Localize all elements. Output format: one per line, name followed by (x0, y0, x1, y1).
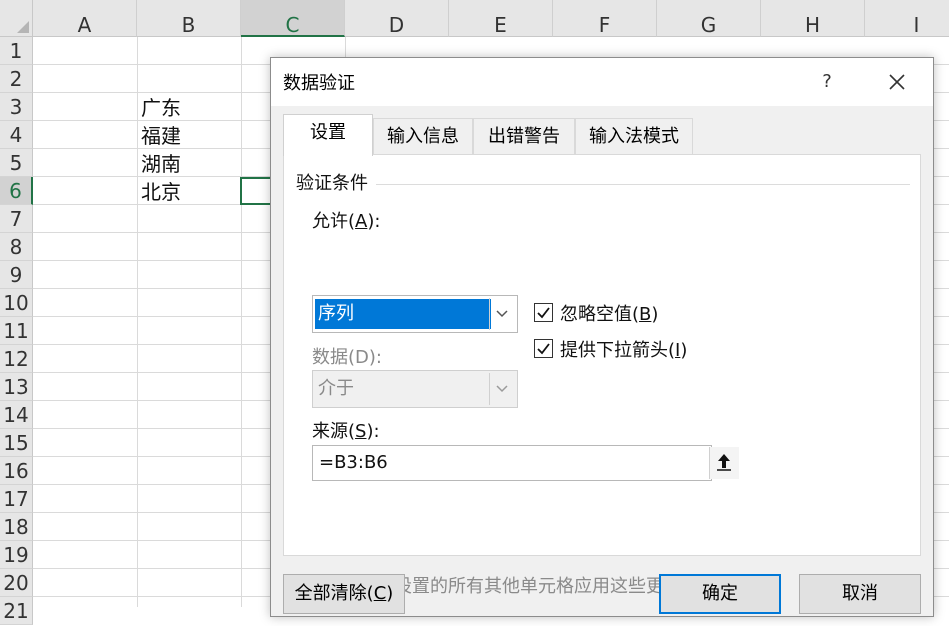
group-divider (376, 184, 910, 185)
cell-b5[interactable]: 湖南 (141, 150, 237, 178)
row-header-14[interactable]: 14 (0, 401, 33, 429)
row-header-6[interactable]: 6 (0, 177, 33, 205)
row-header-10[interactable]: 10 (0, 289, 33, 317)
grid-line (241, 37, 242, 607)
dialog-titlebar[interactable]: 数据验证 ? (271, 58, 933, 106)
ignore-blank-accelerator: B (639, 304, 652, 325)
source-input[interactable]: =B3:B6 (312, 445, 739, 481)
row-header-19[interactable]: 19 (0, 541, 33, 569)
row-header-4[interactable]: 4 (0, 121, 33, 149)
data-dropdown-button (489, 373, 515, 405)
help-button[interactable]: ? (807, 67, 847, 97)
row-header-16[interactable]: 16 (0, 457, 33, 485)
allow-label-suffix: ): (367, 211, 381, 232)
row-header-9[interactable]: 9 (0, 261, 33, 289)
ignore-blank-label-prefix: 忽略空值( (560, 304, 640, 325)
source-label: 来源(S): (312, 417, 380, 443)
clear-all-label-prefix: 全部清除( (294, 583, 374, 604)
ignore-blank-checkbox[interactable] (534, 303, 553, 322)
row-header-5[interactable]: 5 (0, 149, 33, 177)
range-select-icon (717, 454, 731, 471)
in-cell-dropdown-label-suffix: ) (680, 340, 688, 361)
dialog-title: 数据验证 (283, 73, 355, 94)
row-header-11[interactable]: 11 (0, 317, 33, 345)
collapse-dialog-button[interactable] (709, 447, 739, 479)
row-header-13[interactable]: 13 (0, 373, 33, 401)
tab-input-message[interactable]: 输入信息 (373, 118, 473, 155)
row-header-18[interactable]: 18 (0, 513, 33, 541)
row-header-7[interactable]: 7 (0, 205, 33, 233)
checkmark-icon (537, 343, 550, 355)
data-label-prefix: 数据( (312, 347, 356, 368)
source-input-value: =B3:B6 (319, 452, 388, 473)
column-header-c[interactable]: C (241, 0, 345, 37)
allow-label-accelerator: A (355, 211, 368, 232)
chevron-down-icon (496, 385, 508, 393)
cell-b3[interactable]: 广东 (141, 94, 237, 122)
column-header-a[interactable]: A (33, 0, 137, 37)
column-header-i[interactable]: I (865, 0, 949, 37)
allow-select-value: 序列 (315, 299, 491, 329)
data-label-suffix: ): (368, 347, 382, 368)
data-label-accelerator: D (355, 347, 369, 368)
row-header-20[interactable]: 20 (0, 569, 33, 597)
validation-criteria-label: 验证条件 (296, 173, 368, 194)
column-header-b[interactable]: B (137, 0, 241, 37)
allow-label: 允许(A): (312, 207, 380, 233)
data-select: 介于 (312, 370, 518, 408)
in-cell-dropdown-label-prefix: 提供下拉箭头( (560, 340, 676, 361)
row-header-8[interactable]: 8 (0, 233, 33, 261)
source-label-prefix: 来源( (312, 421, 356, 442)
row-header-3[interactable]: 3 (0, 93, 33, 121)
in-cell-dropdown-label[interactable]: 提供下拉箭头(I) (560, 336, 687, 362)
row-header-2[interactable]: 2 (0, 65, 33, 93)
grid-line (137, 37, 138, 607)
row-header-17[interactable]: 17 (0, 485, 33, 513)
clear-all-label-suffix: ) (386, 583, 394, 604)
source-label-suffix: ): (366, 421, 380, 442)
source-label-accelerator: S (355, 421, 367, 442)
data-select-value: 介于 (318, 378, 354, 399)
data-label: 数据(D): (312, 343, 382, 369)
cell-b6[interactable]: 北京 (141, 178, 237, 206)
tab-ime-mode[interactable]: 输入法模式 (575, 118, 693, 155)
row-header-15[interactable]: 15 (0, 429, 33, 457)
allow-label-prefix: 允许( (312, 211, 356, 232)
allow-dropdown-button[interactable] (489, 298, 515, 330)
row-header-1[interactable]: 1 (0, 37, 33, 65)
tab-error-alert[interactable]: 出错警告 (473, 118, 575, 155)
row-header-21[interactable]: 21 (0, 597, 33, 625)
allow-select[interactable]: 序列 (312, 295, 518, 333)
cancel-button[interactable]: 取消 (799, 574, 921, 614)
row-header-12[interactable]: 12 (0, 345, 33, 373)
select-all-corner[interactable] (0, 0, 33, 37)
data-validation-dialog: 数据验证 ? 设置 输入信息 出错警告 输入法模式 验证条件 允许(A): 序列 (270, 57, 934, 617)
in-cell-dropdown-checkbox[interactable] (534, 339, 553, 358)
close-button[interactable] (875, 67, 919, 97)
column-header-f[interactable]: F (553, 0, 657, 37)
checkmark-icon (537, 307, 550, 319)
column-header-h[interactable]: H (761, 0, 865, 37)
clear-all-accelerator: C (373, 583, 387, 604)
clear-all-button[interactable]: 全部清除(C) (283, 574, 405, 614)
column-header-d[interactable]: D (345, 0, 449, 37)
tab-settings[interactable]: 设置 (283, 114, 373, 156)
chevron-down-icon (496, 310, 508, 318)
ignore-blank-label-suffix: ) (651, 304, 659, 325)
select-all-triangle-icon (17, 21, 29, 33)
cell-b4[interactable]: 福建 (141, 122, 237, 150)
close-icon (889, 74, 905, 90)
settings-panel: 验证条件 允许(A): 序列 忽略空值(B) 提供下拉箭头(I) 数据(D): … (283, 154, 921, 597)
column-header-e[interactable]: E (449, 0, 553, 37)
ok-button[interactable]: 确定 (659, 574, 781, 614)
ignore-blank-label[interactable]: 忽略空值(B) (560, 300, 658, 326)
column-header-g[interactable]: G (657, 0, 761, 37)
